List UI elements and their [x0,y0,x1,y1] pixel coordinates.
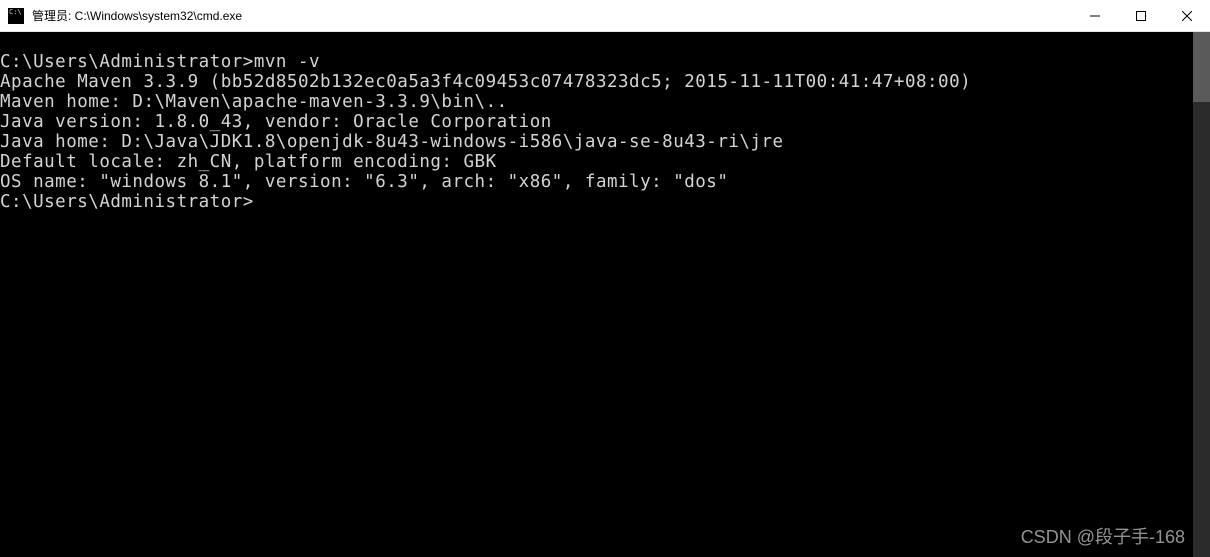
titlebar-left: 管理员: C:\Windows\system32\cmd.exe [0,7,242,24]
terminal-area[interactable]: C:\Users\Administrator>mvn -vApache Mave… [0,32,1210,557]
scrollbar-thumb[interactable] [1193,32,1210,102]
window-title: 管理员: C:\Windows\system32\cmd.exe [32,7,242,24]
terminal-line: OS name: "windows 8.1", version: "6.3", … [0,172,1193,192]
terminal-line: Default locale: zh_CN, platform encoding… [0,152,1193,172]
cmd-icon [8,8,24,24]
terminal-line: Apache Maven 3.3.9 (bb52d8502b132ec0a5a3… [0,72,1193,92]
maximize-icon [1136,11,1146,21]
titlebar[interactable]: 管理员: C:\Windows\system32\cmd.exe [0,0,1210,32]
terminal-line: Maven home: D:\Maven\apache-maven-3.3.9\… [0,92,1193,112]
minimize-icon [1090,11,1100,21]
terminal-line: Java home: D:\Java\JDK1.8\openjdk-8u43-w… [0,132,1193,152]
vertical-scrollbar[interactable] [1193,32,1210,557]
maximize-button[interactable] [1118,0,1164,32]
terminal-line: C:\Users\Administrator> [0,192,1193,212]
minimize-button[interactable] [1072,0,1118,32]
close-icon [1182,11,1192,21]
cmd-window: 管理员: C:\Windows\system32\cmd.exe C:\User… [0,0,1210,557]
terminal-line: Java version: 1.8.0_43, vendor: Oracle C… [0,112,1193,132]
terminal-content[interactable]: C:\Users\Administrator>mvn -vApache Mave… [0,32,1193,557]
terminal-line: C:\Users\Administrator>mvn -v [0,52,1193,72]
window-controls [1072,0,1210,31]
close-button[interactable] [1164,0,1210,32]
